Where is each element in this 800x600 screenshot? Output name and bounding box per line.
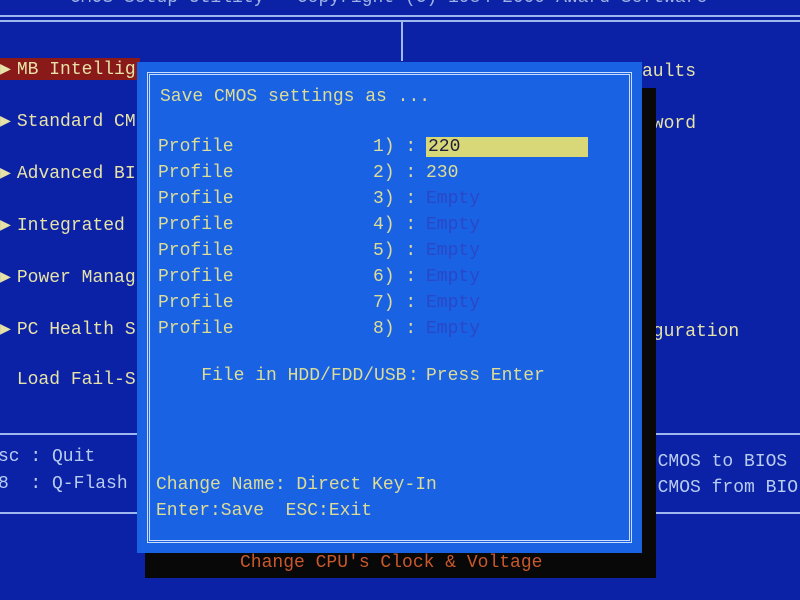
header-divider — [0, 15, 800, 17]
arrow-right-icon: ▶ — [0, 216, 11, 236]
menu-item-label: PC Health S — [16, 320, 136, 340]
profile-label: Profile — [158, 189, 234, 209]
file-row-sep: : — [408, 366, 419, 386]
profile-label: Profile — [158, 215, 234, 235]
header-divider — [0, 20, 800, 22]
status-bar: Change CPU's Clock & Voltage — [145, 550, 656, 578]
hint-save-exit: Enter:Save ESC:Exit — [156, 501, 373, 521]
profile-value[interactable]: Empty — [426, 293, 480, 313]
profile-value[interactable]: Empty — [426, 189, 480, 209]
arrow-right-icon: ▶ — [0, 164, 11, 184]
help-load-cmos: d CMOS from BIO — [636, 478, 799, 498]
hint-change-name: Change Name: Direct Key-In — [156, 475, 437, 495]
profile-label: Profile — [158, 163, 234, 183]
profile-number: 2) : — [373, 163, 417, 183]
menu-item[interactable]: ▶ PC Health S — [0, 318, 136, 340]
profile-label: Profile — [158, 319, 234, 339]
save-cmos-dialog: Save CMOS settings as ... Profile 1) : 220… — [137, 62, 642, 553]
profile-value[interactable]: 220 — [426, 137, 588, 157]
help-quit: sc : Quit — [0, 447, 96, 467]
header-title: CMOS Setup Utility - Copyright (C) 1984-… — [70, 0, 707, 8]
menu-item[interactable]: ▶ Power Manag — [0, 266, 136, 288]
profile-row[interactable]: Profile 4) : Empty — [158, 215, 480, 235]
help-qflash: 8 : Q-Flash — [0, 474, 128, 494]
arrow-right-icon: ▶ — [0, 268, 11, 288]
menu-item-right[interactable]: aults — [642, 62, 696, 82]
profile-row[interactable]: Profile 5) : Empty — [158, 241, 480, 261]
profile-row[interactable]: Profile 2) : 230 — [158, 163, 458, 183]
profile-label: Profile — [158, 241, 234, 261]
dialog-title: Save CMOS settings as ... — [160, 87, 431, 107]
arrow-right-icon: ▶ — [0, 60, 11, 80]
file-row-value: Press Enter — [426, 366, 545, 386]
menu-item-label: Standard CM — [16, 112, 136, 132]
menu-item-label: Integrated — [16, 216, 125, 236]
menu-item[interactable]: ▶ Integrated — [0, 214, 125, 236]
menu-item[interactable]: ▶ Standard CM — [0, 110, 136, 132]
file-row-label: File in HDD/FDD/USB — [201, 366, 407, 386]
profile-number: 1) : — [373, 137, 417, 157]
column-divider — [401, 21, 403, 61]
menu-item-label: Load Fail-S — [16, 370, 136, 390]
profile-number: 3) : — [373, 189, 417, 209]
profile-value[interactable]: Empty — [426, 267, 480, 287]
menu-item-label: Advanced BI — [16, 164, 136, 184]
profile-value[interactable]: Empty — [426, 319, 480, 339]
profile-value[interactable]: Empty — [426, 215, 480, 235]
arrow-right-icon: ▶ — [0, 112, 11, 132]
profile-row[interactable]: Profile 3) : Empty — [158, 189, 480, 209]
help-save-cmos: e CMOS to BIOS — [636, 452, 788, 472]
profile-number: 5) : — [373, 241, 417, 261]
profile-label: Profile — [158, 267, 234, 287]
profile-row[interactable]: Profile 8) : Empty — [158, 319, 480, 339]
file-row[interactable]: File in HDD/FDD/USB: Press Enter — [158, 346, 545, 406]
profile-number: 4) : — [373, 215, 417, 235]
menu-item[interactable]: ▶ MB Intellig — [0, 58, 140, 80]
profile-number: 8) : — [373, 319, 417, 339]
profile-value[interactable]: Empty — [426, 241, 480, 261]
profile-label: Profile — [158, 293, 234, 313]
arrow-right-icon: ▶ — [0, 320, 11, 340]
status-text: Change CPU's Clock & Voltage — [240, 553, 543, 573]
profile-number: 6) : — [373, 267, 417, 287]
profile-value[interactable]: 230 — [426, 163, 458, 183]
profile-label: Profile — [158, 137, 234, 157]
profile-row[interactable]: Profile 7) : Empty — [158, 293, 480, 313]
profile-number: 7) : — [373, 293, 417, 313]
profile-row[interactable]: Profile 6) : Empty — [158, 267, 480, 287]
menu-item-label: Power Manag — [16, 268, 136, 288]
menu-item[interactable]: ▶ Advanced BI — [0, 162, 136, 184]
menu-item-right[interactable]: iguration — [642, 322, 739, 342]
menu-item[interactable]: Load Fail-S — [0, 370, 136, 390]
dialog-shadow — [642, 88, 656, 578]
menu-item-label: MB Intellig — [16, 60, 136, 80]
profile-row[interactable]: Profile 1) : 220 — [158, 137, 588, 157]
